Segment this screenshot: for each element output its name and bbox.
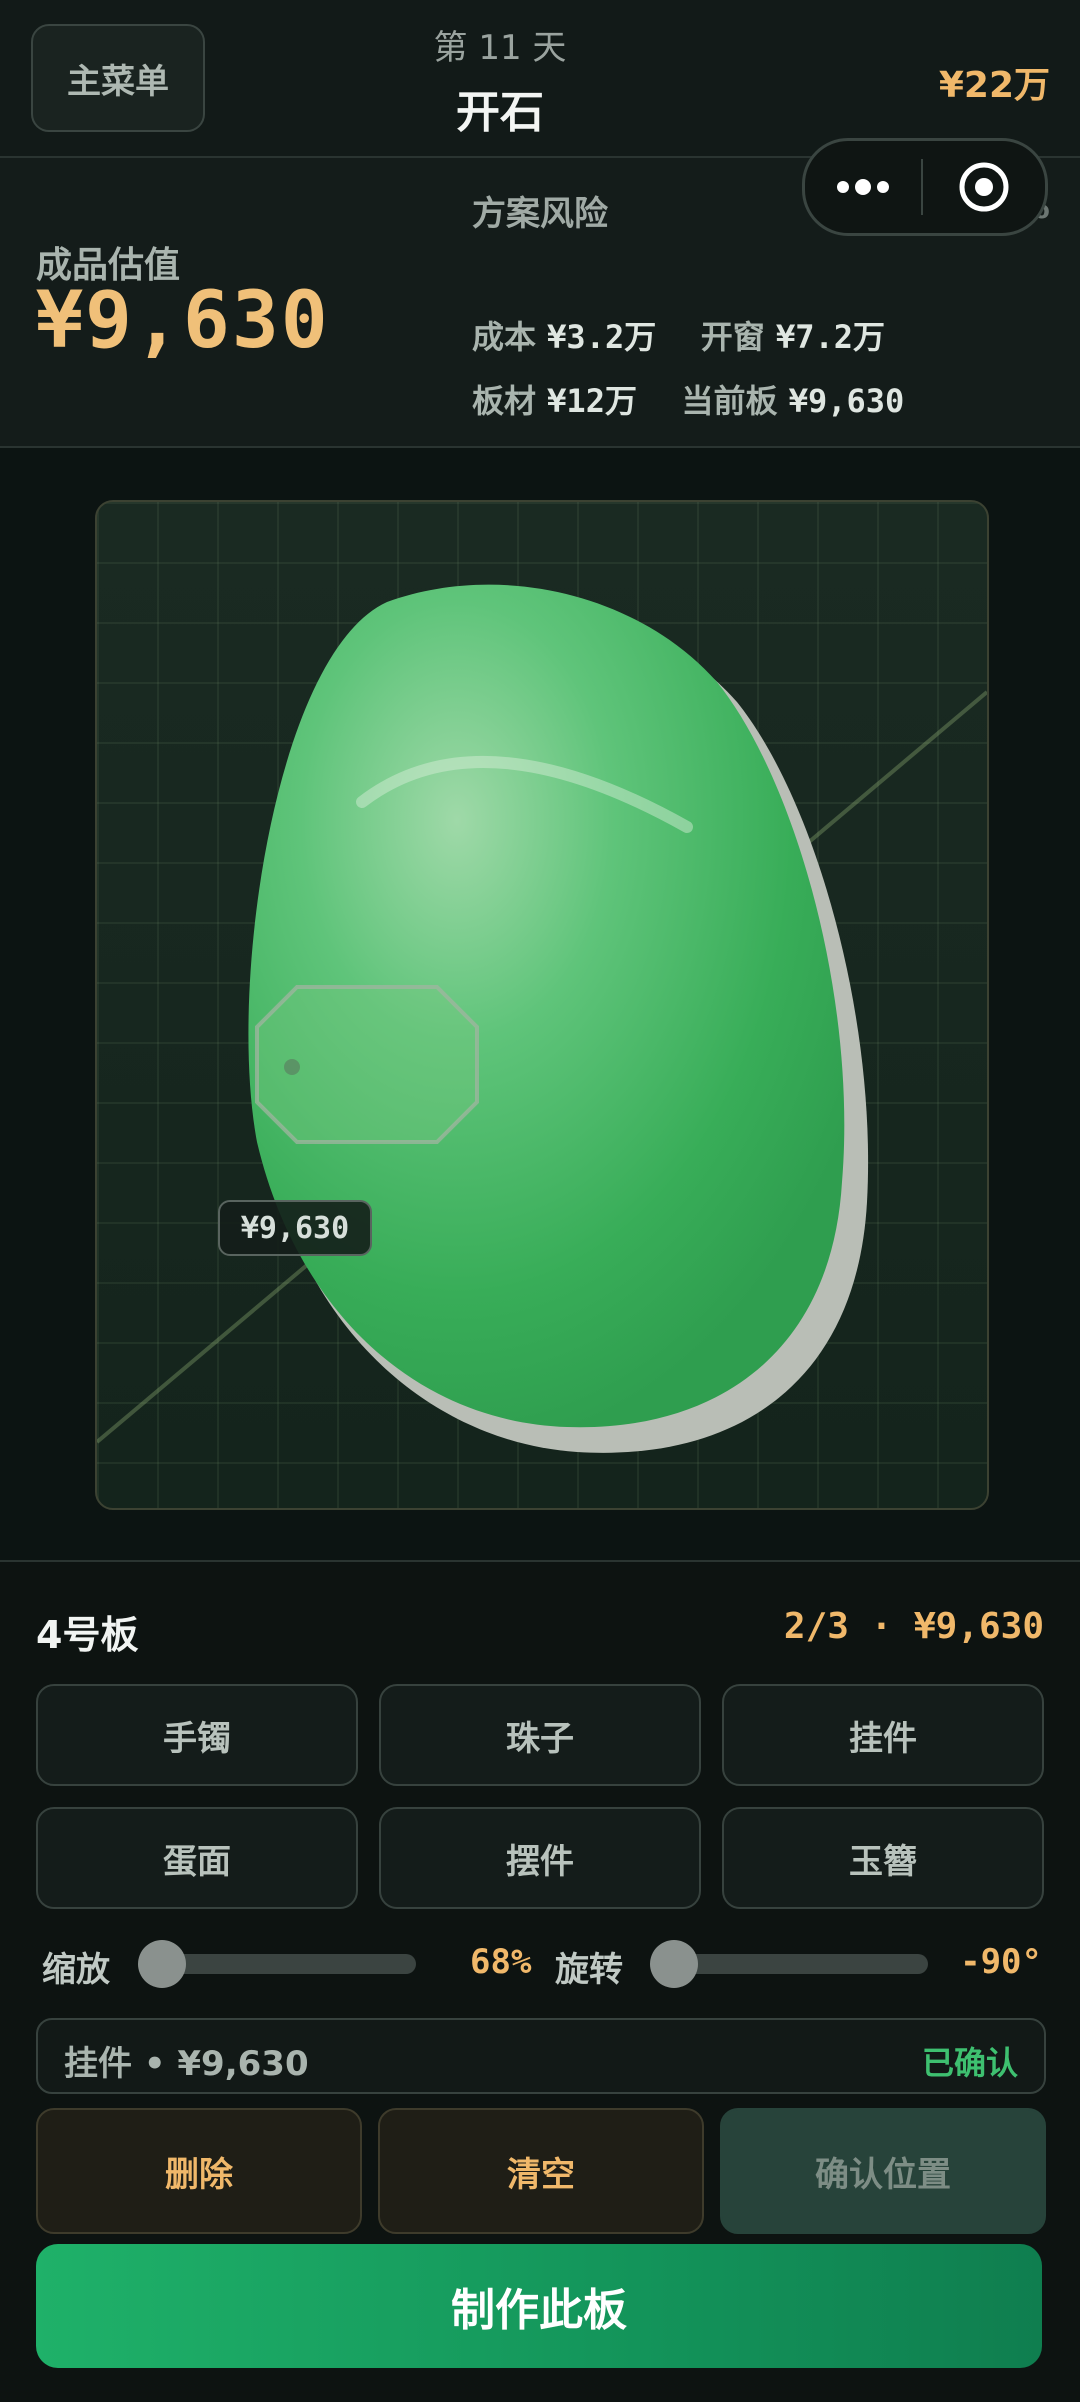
category-hairpin-button[interactable]: 玉簪 [722,1807,1044,1909]
jade-board[interactable] [95,500,989,1510]
category-ornament-button[interactable]: 摆件 [379,1807,701,1909]
estimate-value: ¥9,630 [36,276,330,366]
cost-row: 成本 ¥3.2万 开窗 ¥7.2万 [472,312,885,358]
cutting-stage: ¥9,630 [0,448,1080,1560]
top-bar: 主菜单 第 11 天 开石 ¥22万 [0,0,1080,158]
window-value: ¥7.2万 [775,318,886,356]
category-pendant-button[interactable]: 挂件 [722,1684,1044,1786]
slab-label: 板材 [472,382,537,420]
slab-name: 4号板 [36,1613,139,1657]
risk-label: 方案风险 [472,194,608,234]
control-panel: 4号板 2/3 · ¥9,630 手镯 珠子 挂件 蛋面 摆件 玉簪 缩放 68… [0,1560,1080,2402]
window-label: 开窗 [700,318,765,356]
target-icon[interactable] [923,141,1045,233]
slab-progress: 2/3 · ¥9,630 [783,1606,1044,1647]
rotate-slider-thumb[interactable] [650,1940,698,1988]
clear-button[interactable]: 清空 [378,2108,704,2234]
cost-label: 成本 [472,318,537,356]
zoom-label: 缩放 [42,1950,110,1990]
rotate-value: -90° [960,1942,1042,1982]
zoom-value: 68% [470,1942,532,1982]
current-slab-label: 当前板 [681,382,778,420]
slab-value: ¥12万 [547,382,637,420]
selection-text: 挂件 • ¥9,630 [64,2044,309,2084]
delete-button[interactable]: 删除 [36,2108,362,2234]
money-display: ¥22万 [938,65,1050,106]
category-bangle-button[interactable]: 手镯 [36,1684,358,1786]
day-label: 第 11 天 [433,28,567,68]
piece-price-tag: ¥9,630 [218,1200,372,1256]
slab-row: 板材 ¥12万 当前板 ¥9,630 [472,376,904,422]
phase-title: 开石 [456,87,544,138]
more-dots-icon[interactable] [805,141,921,233]
capsule-menu [802,138,1048,236]
category-beads-button[interactable]: 珠子 [379,1684,701,1786]
cost-value: ¥3.2万 [547,318,657,356]
selection-status: 已确认 [921,2044,1018,2082]
current-slab-value: ¥9,630 [788,382,905,420]
zoom-slider-thumb[interactable] [138,1940,186,1988]
rotate-label: 旋转 [555,1950,623,1990]
category-cabochon-button[interactable]: 蛋面 [36,1807,358,1909]
make-slab-button[interactable]: 制作此板 [36,2244,1042,2368]
selection-bar[interactable]: 挂件 • ¥9,630 已确认 [36,2018,1046,2094]
confirm-position-button[interactable]: 确认位置 [720,2108,1046,2234]
